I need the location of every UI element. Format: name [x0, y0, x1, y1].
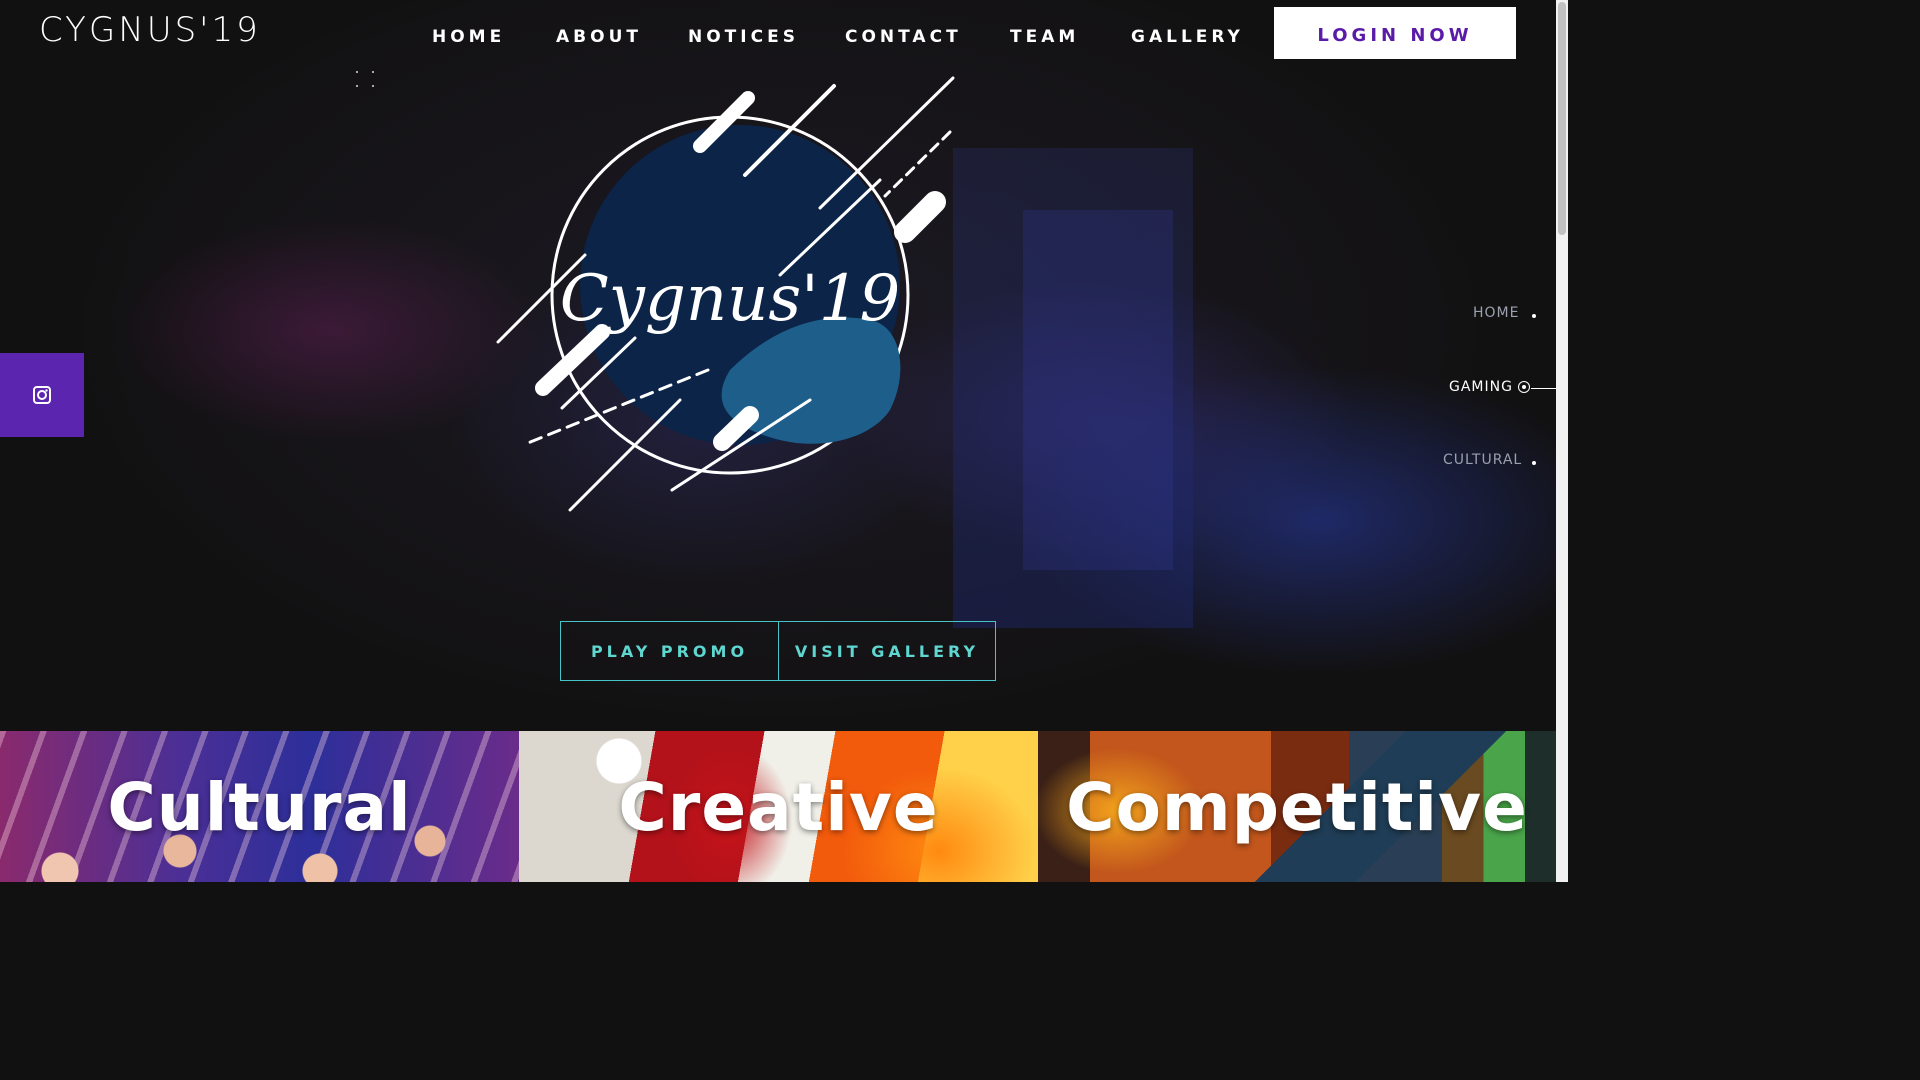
site-brand[interactable]: CYGNUS'19: [39, 10, 261, 50]
instagram-icon: [33, 386, 51, 404]
side-nav-gaming[interactable]: GAMING: [1449, 379, 1513, 395]
cygnus-logo: Cygnus'19: [496, 76, 955, 512]
visit-gallery-button[interactable]: VISIT GALLERY: [778, 621, 996, 681]
competitive-panel[interactable]: Competitive: [1038, 731, 1556, 882]
nav-about[interactable]: ABOUT: [556, 27, 642, 47]
panel-title: Cultural: [107, 769, 412, 846]
cultural-panel[interactable]: Cultural: [0, 731, 519, 882]
scrollbar[interactable]: [1556, 0, 1568, 882]
nav-home[interactable]: HOME: [432, 27, 505, 47]
side-nav-active-indicator[interactable]: [1518, 381, 1530, 393]
logo-text: Cygnus'19: [560, 262, 900, 336]
nav-team[interactable]: TEAM: [1010, 27, 1079, 47]
panel-title: Creative: [618, 769, 939, 846]
scrollbar-thumb[interactable]: [1558, 2, 1566, 235]
nav-gallery[interactable]: GALLERY: [1131, 27, 1244, 47]
panel-title: Competitive: [1066, 769, 1528, 846]
play-promo-button[interactable]: PLAY PROMO: [560, 621, 779, 681]
creative-panel[interactable]: Creative: [519, 731, 1038, 882]
side-nav-active-line: [1531, 388, 1556, 389]
login-button[interactable]: LOGIN NOW: [1274, 7, 1516, 59]
nav-contact[interactable]: CONTACT: [845, 27, 962, 47]
decorative-dots: [356, 71, 374, 89]
nav-notices[interactable]: NOTICES: [688, 27, 799, 47]
side-nav-dot[interactable]: [1532, 314, 1536, 318]
side-nav-dot[interactable]: [1532, 461, 1536, 465]
instagram-button[interactable]: [0, 353, 84, 437]
background-shape: [1023, 210, 1173, 570]
side-nav-cultural[interactable]: CULTURAL: [1443, 452, 1522, 468]
side-nav-home[interactable]: HOME: [1473, 305, 1519, 321]
